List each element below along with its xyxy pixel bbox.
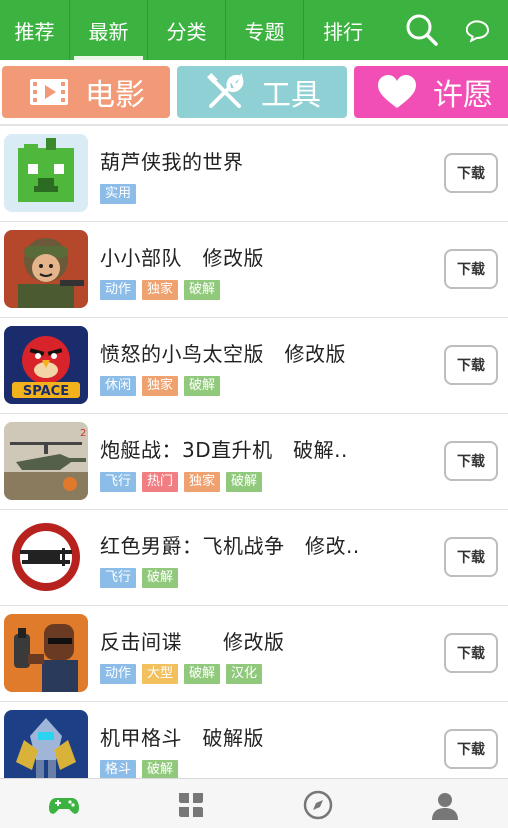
chat-button[interactable] <box>462 0 490 60</box>
chat-icon <box>466 20 490 43</box>
tag-group: 动作 独家 破解 <box>100 280 221 300</box>
tag: 动作 <box>100 664 137 684</box>
soldier-icon <box>4 230 88 308</box>
tag: 休闲 <box>100 376 137 396</box>
download-button[interactable]: 下载 <box>444 345 498 385</box>
download-button[interactable]: 下载 <box>444 249 498 289</box>
film-icon <box>27 70 71 114</box>
tag-group: 飞行 破解 <box>100 568 179 588</box>
tag: 大型 <box>142 664 179 684</box>
list-item[interactable]: 红色男爵：飞机战争 修改.. 飞行 破解 下载 <box>0 510 508 606</box>
nav-games[interactable] <box>0 779 127 828</box>
category-label: 工具 <box>261 78 321 113</box>
tools-icon <box>203 70 247 114</box>
tag: 实用 <box>100 184 137 204</box>
app-title: 葫芦侠我的世界 <box>100 150 244 174</box>
search-icon <box>406 14 438 46</box>
angry-bird-space-icon: SPACE <box>4 326 88 404</box>
tag: 破解 <box>184 280 221 300</box>
biplane-icon <box>4 518 88 596</box>
minecraft-apple-icon <box>4 134 88 212</box>
tag: 破解 <box>226 472 263 492</box>
app-list: 葫芦侠我的世界 实用 下载 小小部队 修改版 动作 独家 破解 下载 SPACE… <box>0 126 508 778</box>
nav-discover[interactable] <box>254 779 381 828</box>
tag: 动作 <box>100 280 137 300</box>
nav-profile[interactable] <box>381 779 508 828</box>
tag-group: 实用 <box>100 184 137 204</box>
app-title: 小小部队 修改版 <box>100 246 264 270</box>
tab-topics[interactable]: 专题 <box>226 0 304 60</box>
download-button[interactable]: 下载 <box>444 729 498 769</box>
tag: 热门 <box>142 472 179 492</box>
bottom-nav <box>0 778 508 828</box>
tag: 独家 <box>142 280 179 300</box>
spy-icon <box>4 614 88 692</box>
top-tab-bar: 推荐 最新 分类 专题 排行 <box>0 0 508 60</box>
tag: 独家 <box>142 376 179 396</box>
category-bar: 电影 工具 许愿 <box>0 66 508 122</box>
app-title: 愤怒的小鸟太空版 修改版 <box>100 342 346 366</box>
list-item[interactable]: SPACE 愤怒的小鸟太空版 修改版 休闲 独家 破解 下载 <box>0 318 508 414</box>
tag: 独家 <box>184 472 221 492</box>
tag: 飞行 <box>100 568 137 588</box>
tag: 破解 <box>184 664 221 684</box>
category-wish-button[interactable]: 许愿 <box>354 66 508 118</box>
download-button[interactable]: 下载 <box>444 537 498 577</box>
tag: 破解 <box>142 568 179 588</box>
svg-text:2: 2 <box>80 428 86 439</box>
tag-group: 动作 大型 破解 汉化 <box>100 664 263 684</box>
heart-icon <box>375 70 419 114</box>
helicopter-icon: 2 <box>4 422 88 500</box>
gamepad-icon <box>48 798 79 814</box>
tag-group: 飞行 热门 独家 破解 <box>100 472 263 492</box>
download-button[interactable]: 下载 <box>444 441 498 481</box>
tag: 破解 <box>184 376 221 396</box>
list-item[interactable]: 葫芦侠我的世界 实用 下载 <box>0 126 508 222</box>
tag: 汉化 <box>226 664 263 684</box>
compass-icon <box>303 790 332 820</box>
category-movie-button[interactable]: 电影 <box>2 66 170 118</box>
tag-group: 格斗 破解 <box>100 760 179 778</box>
grid-icon <box>178 793 203 817</box>
category-label: 电影 <box>85 78 145 113</box>
tab-latest[interactable]: 最新 <box>70 0 148 60</box>
tag-group: 休闲 独家 破解 <box>100 376 221 396</box>
nav-apps[interactable] <box>127 779 254 828</box>
tag: 格斗 <box>100 760 137 778</box>
list-item[interactable]: 机甲格斗 破解版 格斗 破解 下载 <box>0 702 508 778</box>
category-tools-button[interactable]: 工具 <box>177 66 347 118</box>
tab-ranking[interactable]: 排行 <box>304 0 382 60</box>
app-title: 炮艇战：3D直升机 破解.. <box>100 438 348 462</box>
svg-text:SPACE: SPACE <box>23 384 69 399</box>
user-icon <box>431 793 458 820</box>
tag: 破解 <box>142 760 179 778</box>
list-item[interactable]: 反击间谍 修改版 动作 大型 破解 汉化 下载 <box>0 606 508 702</box>
list-item[interactable]: 2 炮艇战：3D直升机 破解.. 飞行 热门 独家 破解 下载 <box>0 414 508 510</box>
tab-recommend[interactable]: 推荐 <box>0 0 70 60</box>
tag: 飞行 <box>100 472 137 492</box>
tab-category[interactable]: 分类 <box>148 0 226 60</box>
download-button[interactable]: 下载 <box>444 153 498 193</box>
app-title: 反击间谍 修改版 <box>100 630 285 654</box>
mecha-icon <box>4 710 88 778</box>
search-button[interactable] <box>382 0 462 60</box>
download-button[interactable]: 下载 <box>444 633 498 673</box>
app-title: 红色男爵：飞机战争 修改.. <box>100 534 360 558</box>
category-label: 许愿 <box>433 78 493 113</box>
list-item[interactable]: 小小部队 修改版 动作 独家 破解 下载 <box>0 222 508 318</box>
app-title: 机甲格斗 破解版 <box>100 726 264 750</box>
